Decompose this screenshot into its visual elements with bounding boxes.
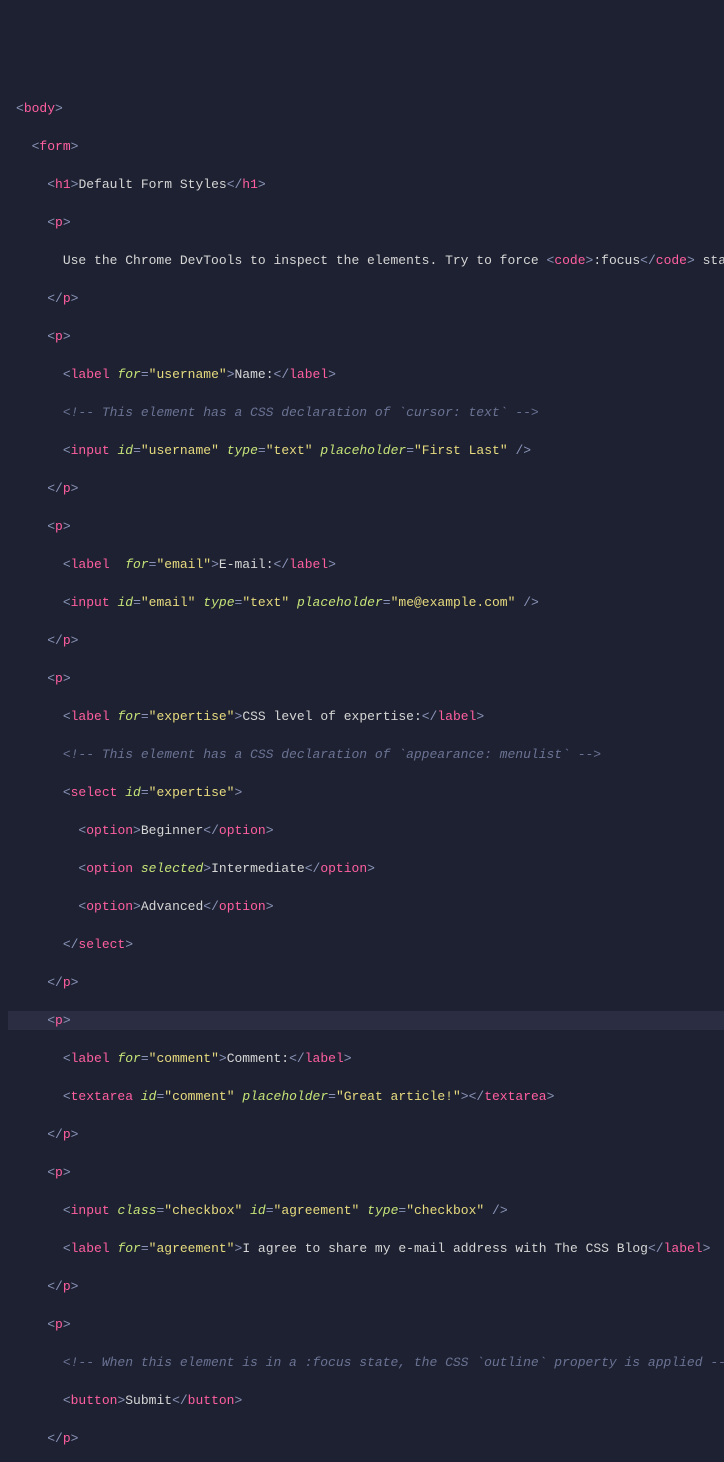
code-line: <option>Beginner</option> [8,821,724,840]
code-line: <p> [8,213,724,232]
code-line: <option>Advanced</option> [8,897,724,916]
code-line: Use the Chrome DevTools to inspect the e… [8,251,724,270]
code-line-active: <p> [8,1011,724,1030]
code-line: </p> [8,479,724,498]
code-line: <label for="username">Name:</label> [8,365,724,384]
code-line: <textarea id="comment" placeholder="Grea… [8,1087,724,1106]
code-line: <input class="checkbox" id="agreement" t… [8,1201,724,1220]
code-line: <input id="email" type="text" placeholde… [8,593,724,612]
code-line: <select id="expertise"> [8,783,724,802]
code-line: <label for="comment">Comment:</label> [8,1049,724,1068]
code-line: </p> [8,1429,724,1448]
code-line: </select> [8,935,724,954]
code-line: <p> [8,669,724,688]
code-line: <p> [8,517,724,536]
code-line: <input id="username" type="text" placeho… [8,441,724,460]
code-line: <!-- This element has a CSS declaration … [8,745,724,764]
code-line: <body> [8,99,724,118]
code-line: <label for="agreement">I agree to share … [8,1239,724,1258]
code-line: <h1>Default Form Styles</h1> [8,175,724,194]
code-line: <option selected>Intermediate</option> [8,859,724,878]
code-line: </p> [8,1277,724,1296]
code-line: <form> [8,137,724,156]
code-editor[interactable]: <body> <form> <h1>Default Form Styles</h… [0,76,724,1462]
code-line: <!-- When this element is in a :focus st… [8,1353,724,1372]
code-line: <p> [8,1315,724,1334]
code-line: </p> [8,631,724,650]
code-line: <label for="email">E-mail:</label> [8,555,724,574]
code-line: </p> [8,1125,724,1144]
code-line: </p> [8,973,724,992]
code-line: <p> [8,1163,724,1182]
code-line: <button>Submit</button> [8,1391,724,1410]
code-line: <p> [8,327,724,346]
code-line: <!-- This element has a CSS declaration … [8,403,724,422]
code-line: </p> [8,289,724,308]
code-line: <label for="expertise">CSS level of expe… [8,707,724,726]
